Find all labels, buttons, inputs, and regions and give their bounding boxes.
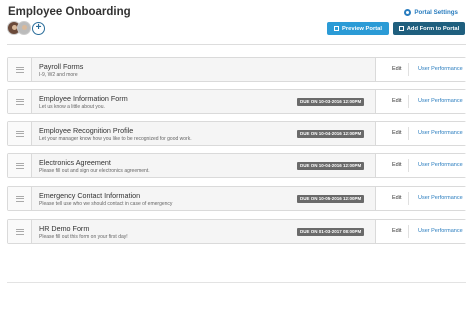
drag-handle-icon[interactable]: [8, 187, 32, 210]
form-name[interactable]: Payroll Forms: [39, 62, 83, 71]
edit-link[interactable]: Edit: [392, 98, 401, 104]
due-date-badge: DUE ON 10-03-2016 12:00PM: [297, 98, 365, 106]
form-name[interactable]: Employee Recognition Profile: [39, 126, 133, 135]
edit-link[interactable]: Edit: [392, 66, 401, 72]
gear-icon: [404, 9, 412, 16]
form-description: Let your manager know how you like to be…: [39, 136, 192, 142]
user-performance-link[interactable]: User Performance: [418, 228, 463, 234]
form-row: Emergency Contact Information Please tel…: [7, 186, 466, 211]
form-description: Please tell use who we should contact in…: [39, 201, 173, 207]
action-separator: [408, 192, 409, 205]
preview-portal-button[interactable]: Preview Portal: [327, 22, 389, 35]
form-row: Payroll Forms I-9, W2 and more Edit User…: [7, 57, 466, 82]
edit-link[interactable]: Edit: [392, 195, 401, 201]
add-form-label: Add Form to Portal: [406, 25, 460, 32]
add-user-button[interactable]: +: [32, 21, 45, 35]
preview-icon: [334, 26, 340, 31]
form-name[interactable]: Emergency Contact Information: [39, 191, 140, 200]
portal-users: +: [7, 21, 45, 35]
form-row: Electronics Agreement Please fill out an…: [7, 153, 466, 178]
form-actions: Edit User Performance: [375, 154, 466, 177]
form-name[interactable]: Employee Information Form: [39, 94, 128, 103]
form-name[interactable]: Electronics Agreement: [39, 158, 111, 167]
drag-handle-icon[interactable]: [8, 220, 32, 243]
due-date-badge: DUE ON 10-04-2016 12:00PM: [297, 162, 365, 170]
header-divider: [7, 44, 466, 45]
portal-settings-label: Portal Settings: [414, 9, 458, 16]
add-form-button[interactable]: Add Form to Portal: [393, 22, 465, 35]
edit-link[interactable]: Edit: [392, 130, 401, 136]
drag-handle-icon[interactable]: [8, 90, 32, 113]
form-actions: Edit User Performance: [375, 220, 466, 243]
portal-settings-link[interactable]: Portal Settings: [404, 9, 458, 16]
form-actions: Edit User Performance: [375, 58, 466, 81]
user-performance-link[interactable]: User Performance: [418, 98, 463, 104]
drag-handle-icon[interactable]: [8, 122, 32, 145]
form-description: Please fill out and sign our electronics…: [39, 168, 150, 174]
form-row: Employee Information Form Let us know a …: [7, 89, 466, 114]
action-separator: [408, 95, 409, 108]
form-actions: Edit User Performance: [375, 187, 466, 210]
footer-divider: [7, 282, 466, 283]
due-date-badge: DUE ON 10-05-2016 12:00PM: [297, 195, 365, 203]
form-actions: Edit User Performance: [375, 122, 466, 145]
edit-link[interactable]: Edit: [392, 228, 401, 234]
action-separator: [408, 127, 409, 140]
user-performance-link[interactable]: User Performance: [418, 130, 463, 136]
due-date-badge: DUE ON 01-03-2017 08:00PM: [297, 228, 365, 236]
drag-handle-icon[interactable]: [8, 154, 32, 177]
form-actions: Edit User Performance: [375, 90, 466, 113]
due-date-badge: DUE ON 10-04-2016 12:00PM: [297, 130, 365, 138]
form-description: Please fill out this form on your first …: [39, 234, 128, 240]
form-row: Employee Recognition Profile Let your ma…: [7, 121, 466, 146]
form-row: HR Demo Form Please fill out this form o…: [7, 219, 466, 244]
form-description: I-9, W2 and more: [39, 72, 78, 78]
page-title: Employee Onboarding: [8, 6, 131, 18]
form-name[interactable]: HR Demo Form: [39, 224, 89, 233]
edit-link[interactable]: Edit: [392, 162, 401, 168]
user-performance-link[interactable]: User Performance: [418, 66, 463, 72]
user-performance-link[interactable]: User Performance: [418, 195, 463, 201]
drag-handle-icon[interactable]: [8, 58, 32, 81]
user-performance-link[interactable]: User Performance: [418, 162, 463, 168]
avatar[interactable]: [17, 21, 31, 35]
form-description: Let us know a little about you.: [39, 104, 105, 110]
edit-icon: [398, 26, 404, 31]
action-separator: [408, 225, 409, 238]
preview-portal-label: Preview Portal: [342, 25, 382, 32]
action-separator: [408, 63, 409, 76]
action-separator: [408, 159, 409, 172]
